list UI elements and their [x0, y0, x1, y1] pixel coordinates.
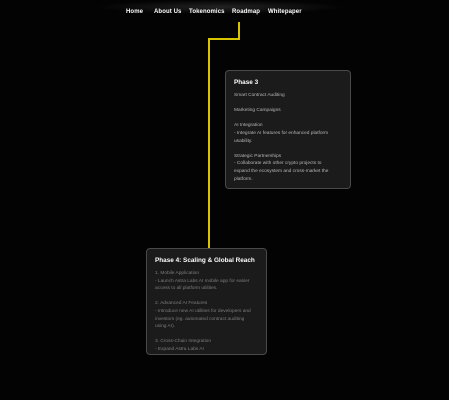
phase-3-card: Phase 3 Smart Contract Auditing Marketin…: [225, 70, 351, 189]
phase-4-line: 3. Cross-Chain Integration: [155, 339, 211, 345]
phase-4-line: 1. Mobile Application: [155, 271, 199, 276]
phase-3-line: Smart Contract Auditing: [234, 93, 285, 98]
roadmap-page: Home About Us Tokenomics Roadmap Whitepa…: [0, 0, 449, 400]
phase-3-line: Marketing Campaigns: [234, 108, 281, 114]
phase-3-line: - Integrate AI features for enhanced pla…: [234, 130, 329, 136]
nav-about-link[interactable]: About Us: [154, 9, 181, 15]
phase-3-line: usability.: [234, 138, 253, 144]
phase-4-line: - Launch Astra Labs AI mobile app for ea…: [155, 278, 250, 284]
nav-whitepaper-link[interactable]: Whitepaper: [268, 9, 302, 15]
roadmap-connector-segment: [208, 38, 210, 249]
top-navigation: Home About Us Tokenomics Roadmap Whitepa…: [0, 0, 449, 24]
phase-4-line: 2. Advanced AI Features: [155, 301, 208, 307]
phase-4-card: Phase 4: Scaling & Global Reach 1. Mobil…: [146, 248, 267, 355]
nav-tokenomics-link[interactable]: Tokenomics: [189, 9, 225, 15]
nav-home-link[interactable]: Home: [126, 9, 143, 15]
nav-roadmap-link[interactable]: Roadmap: [232, 9, 260, 15]
phase-4-line: access to all platform utilities.: [155, 286, 218, 292]
phase-3-line: AI Integration: [234, 123, 263, 129]
phase-4-line: investors (eg. automated contract auditi…: [155, 316, 245, 322]
phase-3-line: platform.: [234, 176, 253, 182]
phase-4-line: using AI).: [155, 324, 175, 330]
phase-3-title: Phase 3: [234, 79, 259, 86]
phase-3-line: Strategic Partnerships: [234, 153, 282, 159]
phase-3-line: - Collaborate with other crypto projects…: [234, 161, 322, 167]
roadmap-connector-segment: [208, 38, 240, 40]
phase-4-line: - Introduce new AI utilities for develop…: [155, 308, 251, 314]
phase-3-line: expand the ecosystem and cross-market th…: [234, 168, 329, 174]
phase-4-line: - Expand Astra Labs AI: [155, 346, 204, 352]
phase-4-title: Phase 4: Scaling & Global Reach: [155, 257, 255, 264]
